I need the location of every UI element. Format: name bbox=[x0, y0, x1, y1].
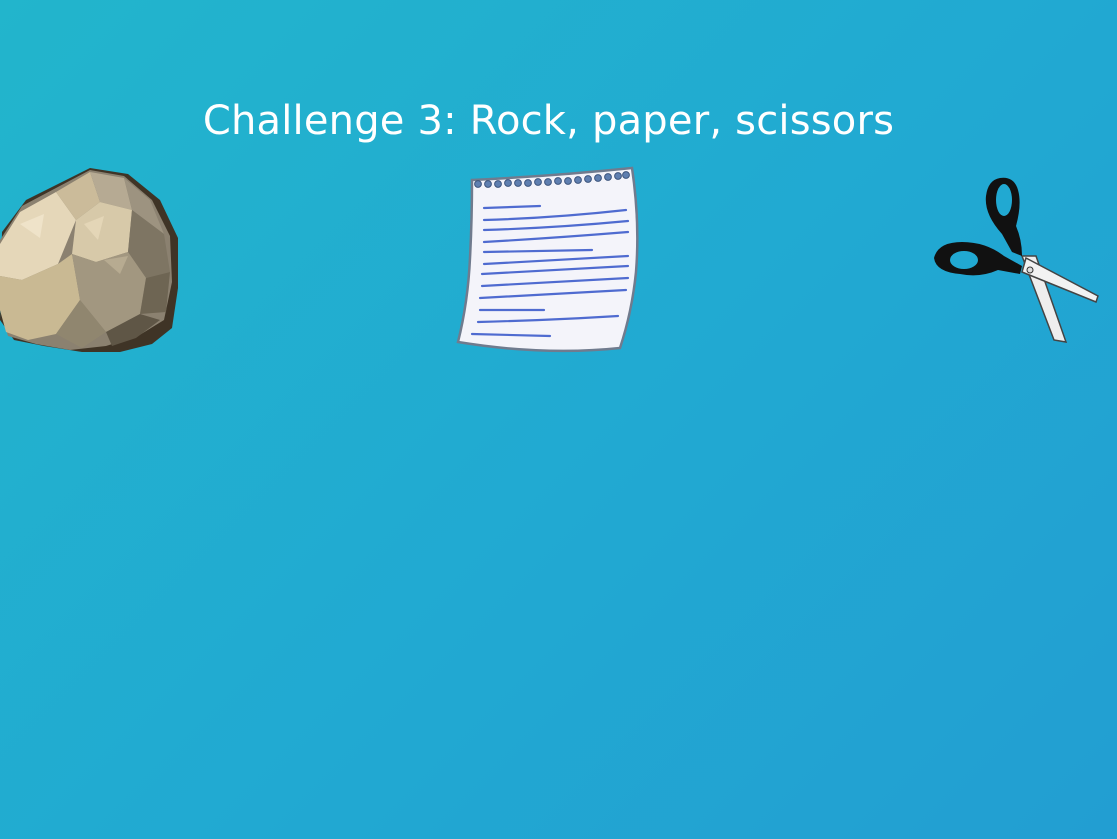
slide-title: Challenge 3: Rock, paper, scissors bbox=[202, 98, 895, 144]
scissors-icon bbox=[934, 177, 1099, 343]
rock-icon bbox=[0, 168, 178, 352]
paper-icon bbox=[456, 166, 639, 353]
